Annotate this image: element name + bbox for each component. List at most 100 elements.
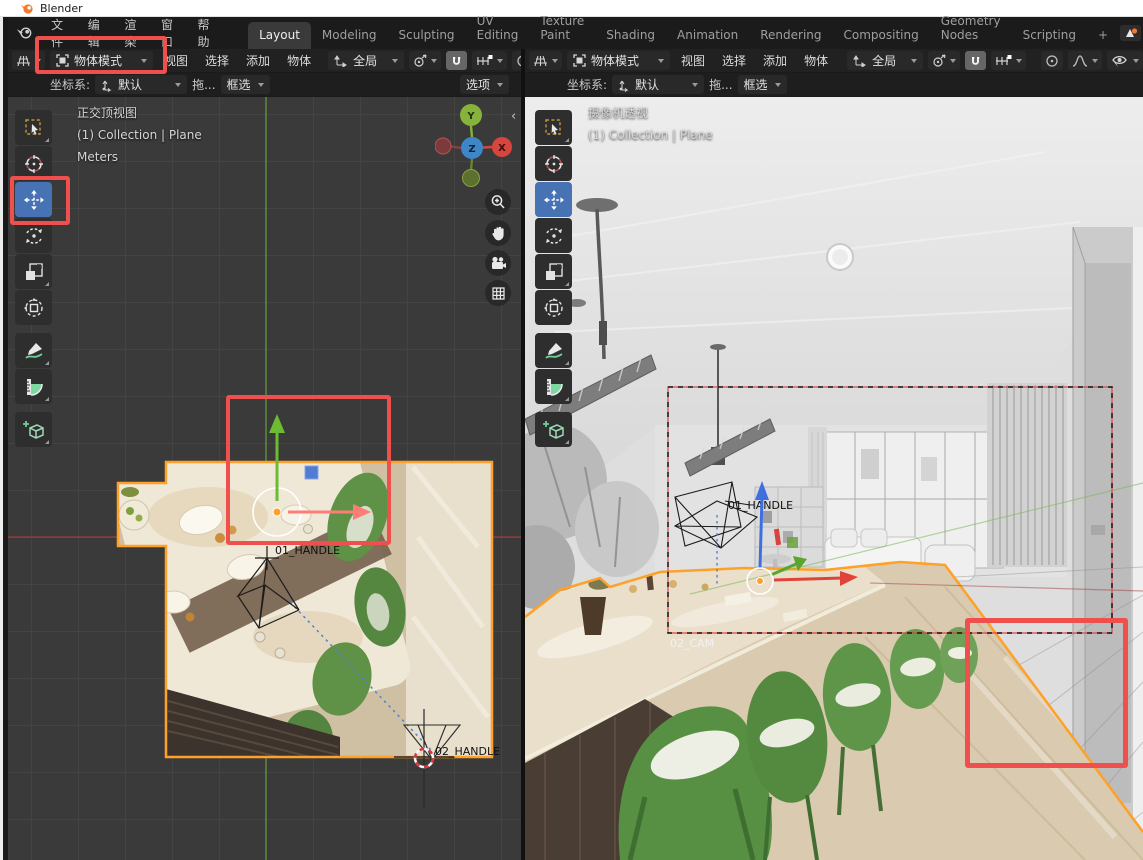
tool-move-button[interactable] (15, 182, 52, 217)
select-menu[interactable]: 选择 (199, 50, 235, 71)
tool-add-cube-button[interactable] (15, 412, 52, 447)
gizmo-axis-y-neg[interactable] (463, 170, 480, 187)
gizmo-z-arrow[interactable] (760, 497, 762, 568)
tool-scale-button[interactable] (15, 254, 52, 289)
tab-uv-editing[interactable]: UV Editing (466, 8, 530, 49)
menu-edit[interactable]: 编辑 (80, 13, 117, 53)
tab-geometry-nodes[interactable]: Geometry Nodes (930, 8, 1012, 49)
tab-animation[interactable]: Animation (666, 22, 749, 49)
object-origin (273, 508, 281, 516)
editor-type-dropdown[interactable] (12, 51, 45, 70)
handle1-label: 01_HANDLE (275, 544, 340, 557)
coord-axis-icon (101, 78, 113, 92)
options-dropdown[interactable]: 选项 (460, 75, 509, 94)
pivot-dropdown-right[interactable] (928, 51, 960, 70)
tab-scripting[interactable]: Scripting (1012, 22, 1087, 49)
tool-measure-button[interactable] (535, 369, 572, 404)
snap-target-dropdown-right[interactable] (991, 51, 1026, 70)
tool-scale-button[interactable] (535, 254, 572, 289)
tab-compositing[interactable]: Compositing (833, 22, 930, 49)
proportional-edit-toggle[interactable] (512, 51, 521, 70)
select-menu-right[interactable]: 选择 (716, 50, 752, 71)
blender-logo-icon (21, 2, 33, 14)
left-tool-settings: 坐标系: 默认 拖... 框选 选项 (8, 73, 521, 97)
mode-dropdown[interactable]: 物体模式 (50, 51, 153, 70)
tool-cursor-button[interactable] (535, 146, 572, 181)
coord-system-dropdown-right[interactable]: 默认 (612, 75, 704, 94)
snap-toggle[interactable] (446, 51, 467, 70)
camera-icon (490, 256, 507, 270)
add-menu[interactable]: 添加 (240, 50, 276, 71)
gizmo-plane-handle[interactable] (305, 466, 318, 479)
right-viewport-header: 物体模式 视图 选择 添加 物体 全局 (525, 49, 1143, 73)
visibility-dropdown-right[interactable] (1107, 51, 1143, 70)
orientation-dropdown[interactable]: 全局 (328, 51, 404, 70)
falloff-dropdown-right[interactable] (1068, 51, 1102, 70)
viewport-editor-icon (533, 54, 548, 68)
menu-help[interactable]: 帮助 (190, 13, 227, 53)
menu-render[interactable]: 渲染 (116, 13, 153, 53)
editor-type-dropdown-right[interactable] (529, 51, 562, 70)
ortho-toggle-button[interactable] (485, 280, 511, 306)
options-label: 选项 (466, 76, 490, 93)
tab-sculpting[interactable]: Sculpting (388, 22, 466, 49)
snap-target-dropdown[interactable] (472, 51, 507, 70)
object-menu[interactable]: 物体 (281, 50, 317, 71)
viewport-3d-camera[interactable]: 01_HANDLE 02_CAM 摄像机透 (525, 97, 1143, 860)
tool-measure-button[interactable] (15, 369, 52, 404)
tab-layout[interactable]: Layout (248, 22, 311, 49)
tool-add-cube-button[interactable] (535, 412, 572, 447)
camera-view-button[interactable] (485, 250, 511, 276)
scene-selector[interactable] (1119, 24, 1141, 42)
falloff-curve-icon (1072, 54, 1088, 68)
tab-modeling[interactable]: Modeling (311, 22, 388, 49)
orientation-dropdown-right[interactable]: 全局 (847, 51, 923, 70)
mode-dropdown-right[interactable]: 物体模式 (567, 51, 670, 70)
menu-window[interactable]: 窗口 (153, 13, 190, 53)
gizmo-axis-x-neg[interactable] (435, 138, 451, 154)
navigation-gizmo[interactable]: Y X Z (435, 101, 515, 193)
add-menu-right[interactable]: 添加 (757, 50, 793, 71)
tool-rotate-button[interactable] (535, 218, 572, 253)
gizmo-y-label: Y (466, 111, 475, 122)
view-menu[interactable]: 视图 (158, 50, 194, 71)
tool-select-box-button[interactable] (535, 110, 572, 145)
gizmo-plane-handle-y[interactable] (787, 537, 798, 548)
tool-annotate-button[interactable] (15, 333, 52, 368)
snap-toggle-right[interactable] (965, 51, 986, 70)
sidebar-collapse-arrow[interactable]: ‹ (511, 109, 516, 124)
menu-file[interactable]: 文件 (43, 13, 80, 53)
view-menu-right[interactable]: 视图 (675, 50, 711, 71)
tool-transform-button[interactable] (15, 290, 52, 325)
tab-texture-paint[interactable]: Texture Paint (529, 8, 595, 49)
coord-system-dropdown[interactable]: 默认 (95, 75, 187, 94)
tab-add-workspace[interactable]: + (1087, 22, 1119, 49)
select-box-label-right: 框选 (744, 76, 768, 93)
blender-logo-icon[interactable] (16, 25, 33, 41)
pivot-dropdown[interactable] (409, 51, 441, 70)
tool-rotate-button[interactable] (15, 218, 52, 253)
tab-shading[interactable]: Shading (595, 22, 666, 49)
topbar: 文件 编辑 渲染 窗口 帮助 Layout Modeling Sculpting… (8, 17, 1143, 49)
tool-annotate-button[interactable] (535, 333, 572, 368)
viewport-3d-top[interactable]: 01_HANDLE (8, 97, 521, 860)
tool-cursor-button[interactable] (15, 146, 52, 181)
scale-icon (24, 262, 44, 282)
add-cube-icon (22, 418, 46, 442)
snap-increment-icon (995, 54, 1012, 68)
drag-label-right: 拖... (709, 76, 732, 93)
tool-select-box-button[interactable] (15, 110, 52, 145)
left-toolbar (15, 110, 52, 447)
eye-cursor-icon (1111, 54, 1129, 68)
tool-transform-button[interactable] (535, 290, 572, 325)
object-menu-right[interactable]: 物体 (798, 50, 834, 71)
zoom-view-button[interactable] (485, 189, 511, 215)
tool-move-button[interactable] (535, 182, 572, 217)
proportional-edit-toggle-right[interactable] (1041, 51, 1063, 70)
select-box-dropdown-right[interactable]: 框选 (738, 75, 787, 94)
select-box-dropdown[interactable]: 框选 (221, 75, 270, 94)
coord-label: 坐标系: (50, 76, 90, 93)
pan-view-button[interactable] (485, 220, 511, 246)
tab-rendering[interactable]: Rendering (749, 22, 832, 49)
gizmo-x-arrow[interactable] (774, 578, 843, 580)
